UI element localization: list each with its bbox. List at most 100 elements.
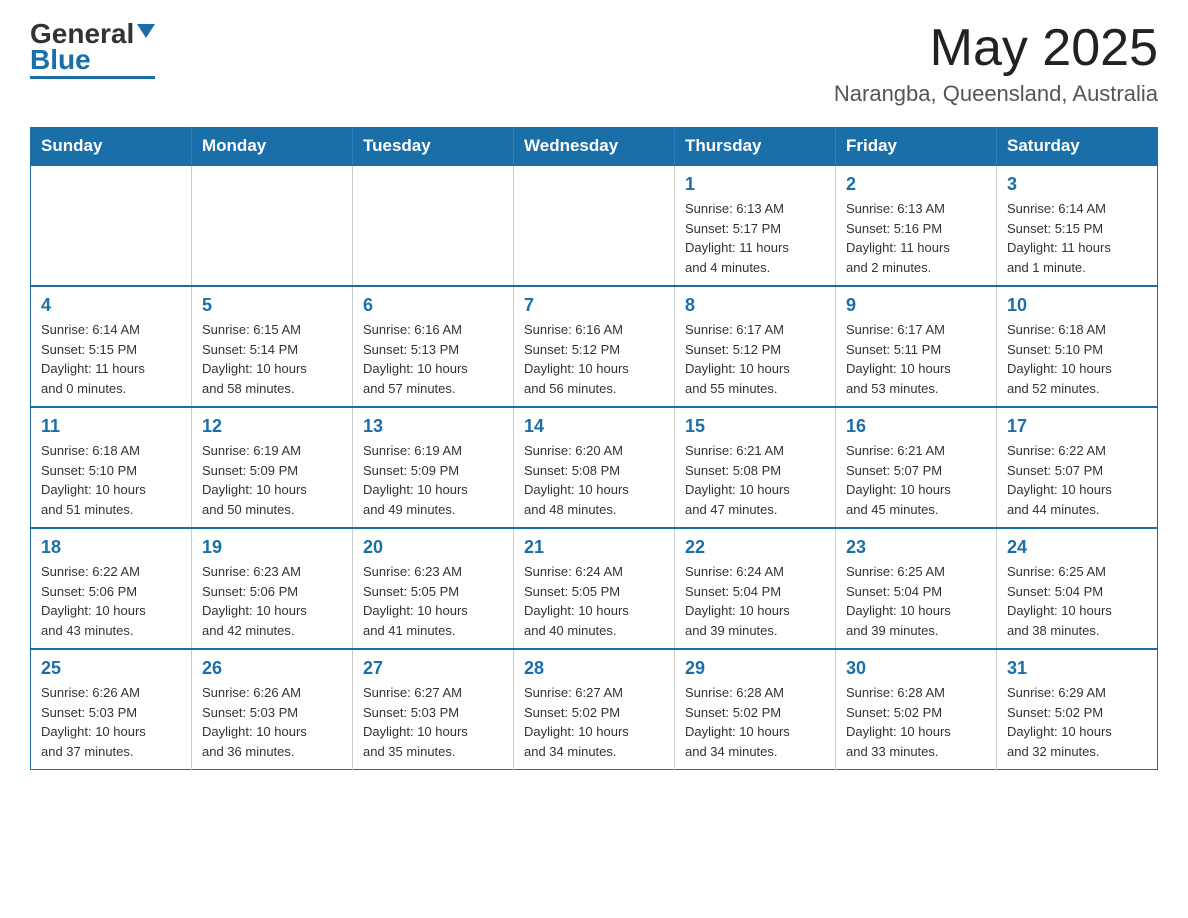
day-number: 20 [363,537,503,558]
calendar-cell: 16 Sunrise: 6:21 AM Sunset: 5:07 PM Dayli… [836,407,997,528]
day-number: 8 [685,295,825,316]
day-header-friday: Friday [836,128,997,166]
calendar-cell: 10Sunrise: 6:18 AM Sunset: 5:10 PM Dayli… [997,286,1158,407]
day-header-thursday: Thursday [675,128,836,166]
day-header-monday: Monday [192,128,353,166]
day-number: 17 [1007,416,1147,437]
calendar-cell: 13Sunrise: 6:19 AM Sunset: 5:09 PM Dayli… [353,407,514,528]
day-info: Sunrise: 6:28 AM Sunset: 5:02 PM Dayligh… [685,683,825,761]
day-number: 2 [846,174,986,195]
calendar-cell: 3Sunrise: 6:14 AM Sunset: 5:15 PM Daylig… [997,165,1158,286]
day-number: 31 [1007,658,1147,679]
week-row-5: 25 Sunrise: 6:26 AM Sunset: 5:03 PM Dayli… [31,649,1158,770]
calendar-cell: 20 Sunrise: 6:23 AM Sunset: 5:05 PM Dayli… [353,528,514,649]
calendar-cell: 1 Sunrise: 6:13 AM Sunset: 5:17 PM Daylig… [675,165,836,286]
day-info: Sunrise: 6:24 AM Sunset: 5:04 PM Dayligh… [685,562,825,640]
day-info: Sunrise: 6:20 AM Sunset: 5:08 PM Dayligh… [524,441,664,519]
calendar-cell: 18Sunrise: 6:22 AM Sunset: 5:06 PM Dayli… [31,528,192,649]
day-info: Sunrise: 6:15 AM Sunset: 5:14 PM Dayligh… [202,320,342,398]
title-section: May 2025 Narangba, Queensland, Australia [834,20,1158,107]
day-number: 14 [524,416,664,437]
day-number: 6 [363,295,503,316]
calendar-cell: 2 Sunrise: 6:13 AM Sunset: 5:16 PM Daylig… [836,165,997,286]
calendar-cell: 12 Sunrise: 6:19 AM Sunset: 5:09 PM Dayli… [192,407,353,528]
day-number: 13 [363,416,503,437]
calendar-table: SundayMondayTuesdayWednesdayThursdayFrid… [30,127,1158,770]
day-number: 30 [846,658,986,679]
day-number: 12 [202,416,342,437]
calendar-cell: 21 Sunrise: 6:24 AM Sunset: 5:05 PM Dayli… [514,528,675,649]
calendar-cell: 28Sunrise: 6:27 AM Sunset: 5:02 PM Dayli… [514,649,675,770]
day-number: 5 [202,295,342,316]
days-of-week-row: SundayMondayTuesdayWednesdayThursdayFrid… [31,128,1158,166]
day-header-wednesday: Wednesday [514,128,675,166]
calendar-body: 1 Sunrise: 6:13 AM Sunset: 5:17 PM Daylig… [31,165,1158,770]
day-info: Sunrise: 6:21 AM Sunset: 5:07 PM Dayligh… [846,441,986,519]
day-info: Sunrise: 6:16 AM Sunset: 5:13 PM Dayligh… [363,320,503,398]
calendar-cell: 26 Sunrise: 6:26 AM Sunset: 5:03 PM Dayli… [192,649,353,770]
week-row-3: 11Sunrise: 6:18 AM Sunset: 5:10 PM Dayli… [31,407,1158,528]
day-info: Sunrise: 6:13 AM Sunset: 5:17 PM Dayligh… [685,199,825,277]
day-number: 25 [41,658,181,679]
calendar-cell: 17Sunrise: 6:22 AM Sunset: 5:07 PM Dayli… [997,407,1158,528]
calendar-cell: 29Sunrise: 6:28 AM Sunset: 5:02 PM Dayli… [675,649,836,770]
calendar-cell: 22Sunrise: 6:24 AM Sunset: 5:04 PM Dayli… [675,528,836,649]
day-number: 27 [363,658,503,679]
calendar-cell: 27 Sunrise: 6:27 AM Sunset: 5:03 PM Dayli… [353,649,514,770]
day-info: Sunrise: 6:29 AM Sunset: 5:02 PM Dayligh… [1007,683,1147,761]
day-number: 19 [202,537,342,558]
calendar-cell: 31 Sunrise: 6:29 AM Sunset: 5:02 PM Dayli… [997,649,1158,770]
day-info: Sunrise: 6:24 AM Sunset: 5:05 PM Dayligh… [524,562,664,640]
day-number: 1 [685,174,825,195]
day-number: 3 [1007,174,1147,195]
header: General Blue May 2025 Narangba, Queensla… [30,20,1158,107]
calendar-cell: 11Sunrise: 6:18 AM Sunset: 5:10 PM Dayli… [31,407,192,528]
day-info: Sunrise: 6:21 AM Sunset: 5:08 PM Dayligh… [685,441,825,519]
day-info: Sunrise: 6:19 AM Sunset: 5:09 PM Dayligh… [202,441,342,519]
day-number: 21 [524,537,664,558]
day-number: 15 [685,416,825,437]
calendar-cell [192,165,353,286]
calendar-cell: 25Sunrise: 6:26 AM Sunset: 5:03 PM Dayli… [31,649,192,770]
day-info: Sunrise: 6:28 AM Sunset: 5:02 PM Dayligh… [846,683,986,761]
calendar-cell: 23Sunrise: 6:25 AM Sunset: 5:04 PM Dayli… [836,528,997,649]
day-info: Sunrise: 6:26 AM Sunset: 5:03 PM Dayligh… [202,683,342,761]
day-header-tuesday: Tuesday [353,128,514,166]
day-info: Sunrise: 6:14 AM Sunset: 5:15 PM Dayligh… [41,320,181,398]
day-info: Sunrise: 6:23 AM Sunset: 5:05 PM Dayligh… [363,562,503,640]
calendar-cell: 6 Sunrise: 6:16 AM Sunset: 5:13 PM Daylig… [353,286,514,407]
day-info: Sunrise: 6:27 AM Sunset: 5:03 PM Dayligh… [363,683,503,761]
calendar-cell [514,165,675,286]
day-info: Sunrise: 6:23 AM Sunset: 5:06 PM Dayligh… [202,562,342,640]
calendar-cell: 5 Sunrise: 6:15 AM Sunset: 5:14 PM Daylig… [192,286,353,407]
month-year-title: May 2025 [834,20,1158,77]
calendar-cell: 7 Sunrise: 6:16 AM Sunset: 5:12 PM Daylig… [514,286,675,407]
day-info: Sunrise: 6:16 AM Sunset: 5:12 PM Dayligh… [524,320,664,398]
calendar-cell: 24Sunrise: 6:25 AM Sunset: 5:04 PM Dayli… [997,528,1158,649]
day-info: Sunrise: 6:27 AM Sunset: 5:02 PM Dayligh… [524,683,664,761]
calendar-cell: 15 Sunrise: 6:21 AM Sunset: 5:08 PM Dayli… [675,407,836,528]
calendar-cell [31,165,192,286]
calendar-header: SundayMondayTuesdayWednesdayThursdayFrid… [31,128,1158,166]
day-number: 26 [202,658,342,679]
day-number: 4 [41,295,181,316]
day-number: 16 [846,416,986,437]
calendar-cell: 19 Sunrise: 6:23 AM Sunset: 5:06 PM Dayli… [192,528,353,649]
logo: General Blue [30,20,155,79]
day-number: 9 [846,295,986,316]
day-info: Sunrise: 6:18 AM Sunset: 5:10 PM Dayligh… [41,441,181,519]
calendar-cell: 8 Sunrise: 6:17 AM Sunset: 5:12 PM Daylig… [675,286,836,407]
week-row-2: 4 Sunrise: 6:14 AM Sunset: 5:15 PM Daylig… [31,286,1158,407]
day-info: Sunrise: 6:17 AM Sunset: 5:12 PM Dayligh… [685,320,825,398]
day-info: Sunrise: 6:13 AM Sunset: 5:16 PM Dayligh… [846,199,986,277]
calendar-cell: 9Sunrise: 6:17 AM Sunset: 5:11 PM Daylig… [836,286,997,407]
day-info: Sunrise: 6:25 AM Sunset: 5:04 PM Dayligh… [1007,562,1147,640]
logo-underline [30,76,155,79]
logo-triangle-icon [137,24,155,38]
calendar-cell: 30 Sunrise: 6:28 AM Sunset: 5:02 PM Dayli… [836,649,997,770]
calendar-cell: 14 Sunrise: 6:20 AM Sunset: 5:08 PM Dayli… [514,407,675,528]
location-subtitle: Narangba, Queensland, Australia [834,81,1158,107]
day-info: Sunrise: 6:18 AM Sunset: 5:10 PM Dayligh… [1007,320,1147,398]
day-number: 7 [524,295,664,316]
day-header-sunday: Sunday [31,128,192,166]
